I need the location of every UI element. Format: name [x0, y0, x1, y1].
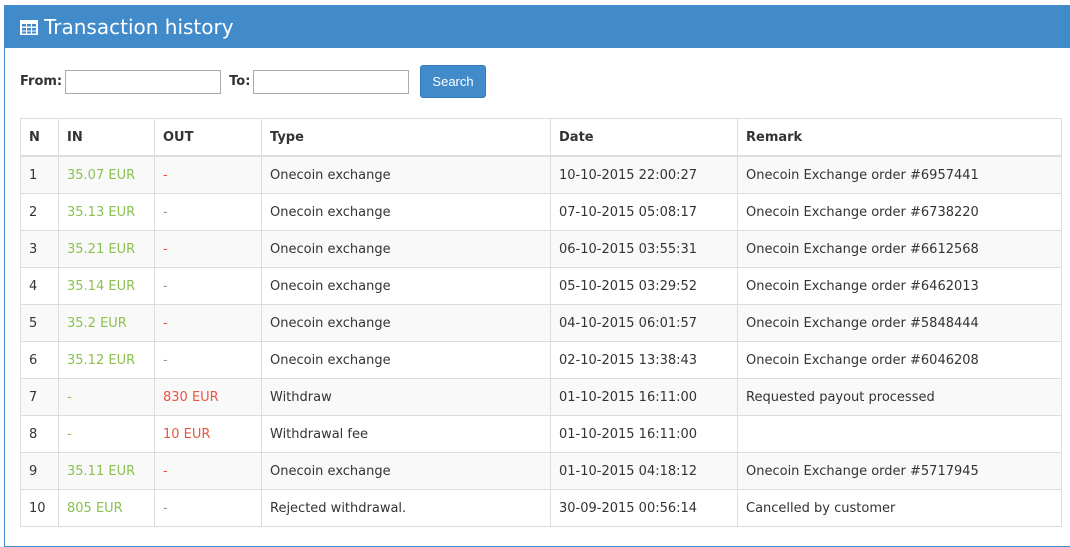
table-row: 1 35.07 EUR - Onecoin exchange 10-10-2015 22… — [20, 155, 1062, 194]
table-row: 3 35.21 EUR - Onecoin exchange 06-10-2015 03… — [20, 230, 1062, 268]
cell-remark: Cancelled by customer — [737, 489, 1062, 527]
date-filter-form: From: To: Search — [20, 65, 486, 98]
cell-out: 830 EUR — [154, 378, 262, 416]
cell-in: 35.12 EUR — [58, 341, 155, 379]
cell-remark: Onecoin Exchange order #6957441 — [737, 155, 1062, 194]
cell-date: 01-10-2015 04:18:12 — [550, 452, 738, 490]
table-row: 6 35.12 EUR - Onecoin exchange 02-10-2015 13… — [20, 341, 1062, 379]
table-icon — [20, 19, 38, 35]
cell-date: 04-10-2015 06:01:57 — [550, 304, 738, 342]
panel-heading: Transaction history — [5, 6, 1070, 48]
cell-remark — [737, 415, 1062, 453]
cell-out: - — [154, 155, 262, 194]
cell-type: Onecoin exchange — [261, 193, 551, 231]
table-row: 10 805 EUR - Rejected withdrawal. 30-09-2015… — [20, 489, 1062, 527]
cell-in: 35.13 EUR — [58, 193, 155, 231]
cell-date: 07-10-2015 05:08:17 — [550, 193, 738, 231]
cell-in: - — [58, 378, 155, 416]
cell-in: 35.11 EUR — [58, 452, 155, 490]
cell-type: Rejected withdrawal. — [261, 489, 551, 527]
transaction-panel: Transaction history From: To: Search N IN… — [4, 5, 1070, 547]
cell-remark: Onecoin Exchange order #5848444 — [737, 304, 1062, 342]
to-date-input[interactable] — [253, 69, 410, 94]
cell-type: Onecoin exchange — [261, 452, 551, 490]
cell-date: 01-10-2015 16:11:00 — [550, 415, 738, 453]
cell-in: 35.2 EUR — [58, 304, 155, 342]
table-row: 2 35.13 EUR - Onecoin exchange 07-10-2015 05… — [20, 193, 1062, 231]
cell-in: - — [58, 415, 155, 453]
cell-n: 9 — [20, 452, 59, 490]
cell-remark: Requested payout processed — [737, 378, 1062, 416]
cell-n: 6 — [20, 341, 59, 379]
cell-remark: Onecoin Exchange order #6738220 — [737, 193, 1062, 231]
cell-n: 7 — [20, 378, 59, 416]
from-label: From: — [20, 74, 63, 89]
cell-out: - — [154, 341, 262, 379]
cell-out: 10 EUR — [154, 415, 262, 453]
cell-in: 805 EUR — [58, 489, 155, 527]
search-button[interactable]: Search — [420, 65, 486, 98]
cell-remark: Onecoin Exchange order #6462013 — [737, 267, 1062, 305]
cell-out: - — [154, 267, 262, 305]
cell-out: - — [154, 304, 262, 342]
table-row: 9 35.11 EUR - Onecoin exchange 01-10-2015 04… — [20, 452, 1062, 490]
column-header-remark: Remark — [737, 118, 1062, 157]
cell-in: 35.14 EUR — [58, 267, 155, 305]
cell-type: Onecoin exchange — [261, 341, 551, 379]
cell-n: 4 — [20, 267, 59, 305]
cell-remark: Onecoin Exchange order #5717945 — [737, 452, 1062, 490]
column-header-n: N — [20, 118, 59, 157]
cell-type: Withdrawal fee — [261, 415, 551, 453]
table-row: 8-10 EUR Withdrawal fee 01-10-2015 16:11:0… — [20, 415, 1062, 453]
cell-remark: Onecoin Exchange order #6612568 — [737, 230, 1062, 268]
cell-date: 10-10-2015 22:00:27 — [550, 155, 738, 194]
cell-date: 01-10-2015 16:11:00 — [550, 378, 738, 416]
cell-n: 3 — [20, 230, 59, 268]
cell-type: Onecoin exchange — [261, 267, 551, 305]
transactions-table: N IN OUT Type Date Remark 1 35.07 EUR - Onecoin … — [20, 118, 1062, 527]
table-row: 4 35.14 EUR - Onecoin exchange 05-10-2015 03… — [20, 267, 1062, 305]
cell-remark: Onecoin Exchange order #6046208 — [737, 341, 1062, 379]
table-row: 5 35.2 EUR - Onecoin exchange 04-10-2015 06:… — [20, 304, 1062, 342]
cell-out: - — [154, 230, 262, 268]
column-header-type: Type — [261, 118, 551, 157]
cell-n: 8 — [20, 415, 59, 453]
cell-n: 2 — [20, 193, 59, 231]
cell-n: 1 — [20, 155, 59, 194]
cell-n: 5 — [20, 304, 59, 342]
cell-date: 02-10-2015 13:38:43 — [550, 341, 738, 379]
panel-title: Transaction history — [44, 15, 234, 39]
from-date-input[interactable] — [65, 69, 222, 94]
cell-type: Onecoin exchange — [261, 304, 551, 342]
cell-date: 05-10-2015 03:29:52 — [550, 267, 738, 305]
cell-type: Onecoin exchange — [261, 155, 551, 194]
cell-type: Onecoin exchange — [261, 230, 551, 268]
cell-out: - — [154, 193, 262, 231]
table-row: 7-830 EUR Withdraw 01-10-2015 16:11:00 Requ… — [20, 378, 1062, 416]
cell-in: 35.21 EUR — [58, 230, 155, 268]
cell-out: - — [154, 452, 262, 490]
cell-type: Withdraw — [261, 378, 551, 416]
cell-n: 10 — [20, 489, 59, 527]
cell-date: 30-09-2015 00:56:14 — [550, 489, 738, 527]
column-header-date: Date — [550, 118, 738, 157]
cell-date: 06-10-2015 03:55:31 — [550, 230, 738, 268]
to-label: To: — [229, 74, 251, 89]
cell-in: 35.07 EUR — [58, 155, 155, 194]
column-header-in: IN — [58, 118, 155, 157]
cell-out: - — [154, 489, 262, 527]
column-header-out: OUT — [154, 118, 262, 157]
